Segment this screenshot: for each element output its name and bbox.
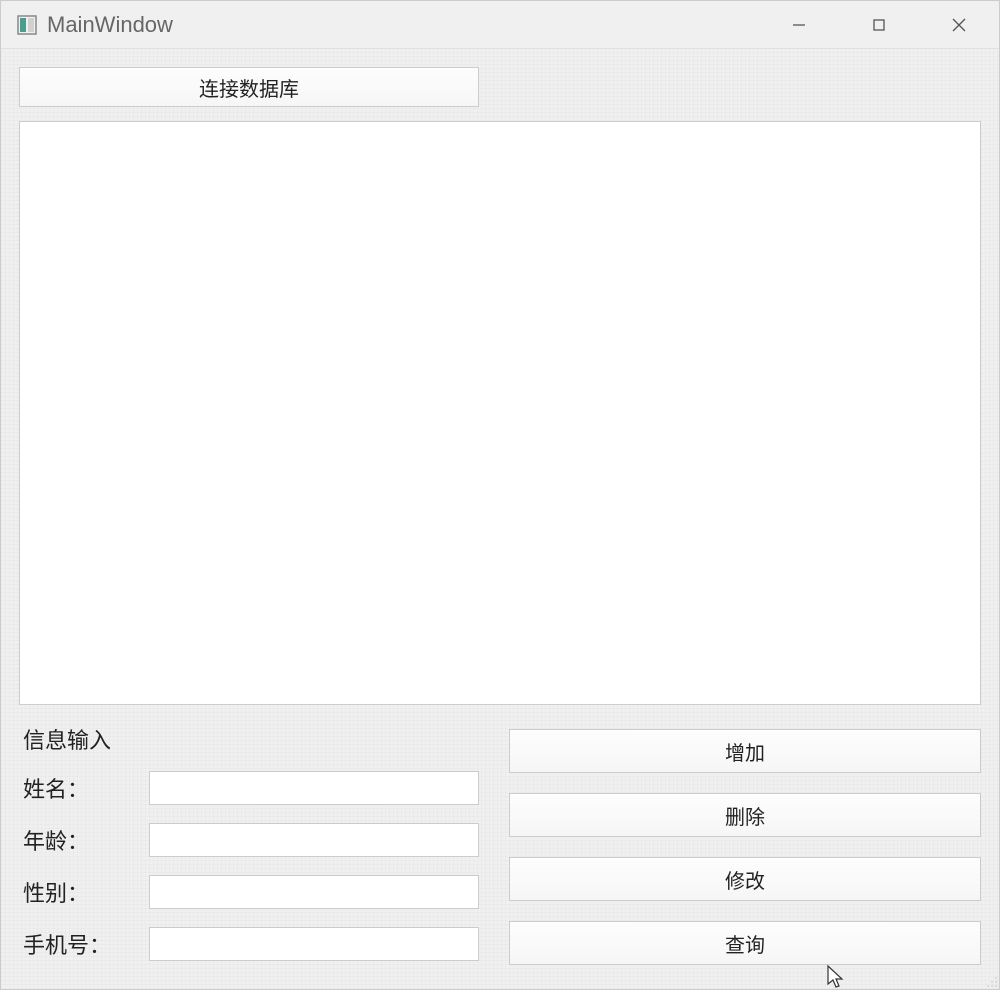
phone-row: 手机号： [19, 927, 479, 961]
data-list-view[interactable] [19, 121, 981, 705]
modify-button[interactable]: 修改 [509, 857, 981, 901]
close-button[interactable] [919, 1, 999, 49]
form-header: 信息输入 [19, 723, 479, 755]
titlebar[interactable]: MainWindow [1, 1, 999, 49]
action-buttons-section: 增加 删除 修改 查询 [509, 723, 981, 979]
gender-row: 性别： [19, 875, 479, 909]
minimize-icon [792, 18, 806, 32]
phone-input[interactable] [149, 927, 479, 961]
main-window: MainWindow 连接数据库 [0, 0, 1000, 990]
window-controls [759, 1, 999, 48]
add-button[interactable]: 增加 [509, 729, 981, 773]
resize-grip-icon[interactable] [982, 972, 998, 988]
name-label: 姓名： [19, 772, 149, 804]
delete-button[interactable]: 删除 [509, 793, 981, 837]
bottom-section: 信息输入 姓名： 年龄： 性别： 手机号： [19, 723, 981, 979]
input-form-section: 信息输入 姓名： 年龄： 性别： 手机号： [19, 723, 479, 979]
minimize-button[interactable] [759, 1, 839, 49]
gender-input[interactable] [149, 875, 479, 909]
connect-database-button[interactable]: 连接数据库 [19, 67, 479, 107]
query-button[interactable]: 查询 [509, 921, 981, 965]
app-icon [15, 13, 39, 37]
age-row: 年龄： [19, 823, 479, 857]
name-row: 姓名： [19, 771, 479, 805]
gender-label: 性别： [19, 876, 149, 908]
close-icon [951, 17, 967, 33]
age-label: 年龄： [19, 824, 149, 856]
age-input[interactable] [149, 823, 479, 857]
phone-label: 手机号： [19, 928, 149, 960]
maximize-icon [872, 18, 886, 32]
top-button-row: 连接数据库 [19, 67, 981, 107]
window-title: MainWindow [47, 12, 759, 38]
content-area: 连接数据库 信息输入 姓名： 年龄： 性别： [1, 49, 999, 989]
name-input[interactable] [149, 771, 479, 805]
maximize-button[interactable] [839, 1, 919, 49]
